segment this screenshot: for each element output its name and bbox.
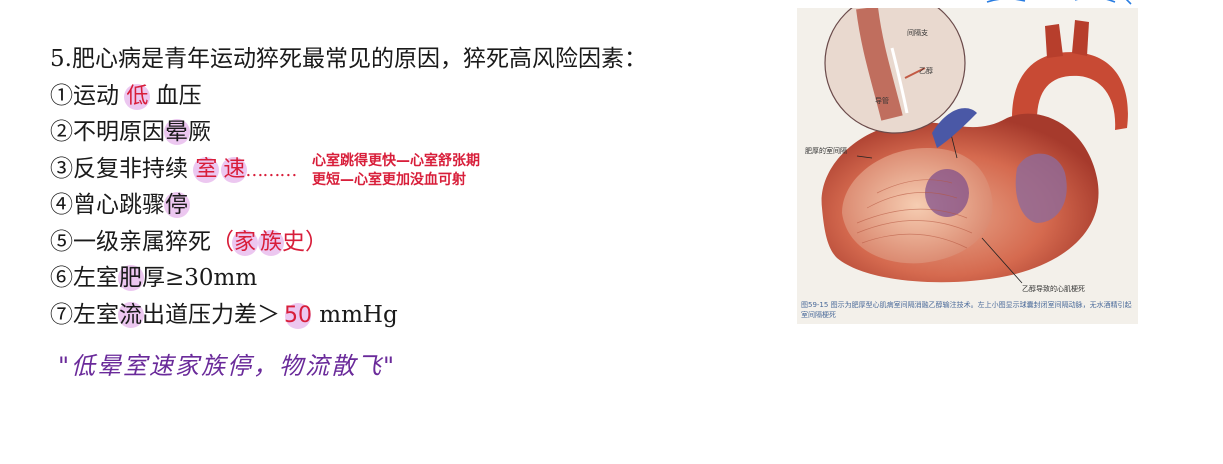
risk-factor-3-prefix: ③反复非持续 — [50, 156, 196, 182]
highlight-mark: 流 — [117, 302, 144, 328]
risk-factor-2-suffix: 厥 — [188, 119, 211, 145]
mnemonic: "低晕室速家族停，物流散飞" — [58, 352, 397, 380]
risk-factor-4-prefix: ④曾心跳骤 — [50, 192, 165, 218]
highlight-mark: 室 — [193, 155, 220, 185]
risk-factor-7-prefix: ⑦左室 — [50, 302, 119, 328]
risk-factor-6: ⑥左室肥厚≥30mm — [50, 263, 257, 293]
risk-factor-6-suffix: 厚≥30mm — [142, 265, 258, 291]
risk-factor-4: ④曾心跳骤停 — [50, 190, 190, 220]
risk-factor-1-prefix: ①运动 — [50, 83, 127, 109]
risk-factor-1: ①运动 低 血压 — [50, 81, 202, 112]
heart-illustration: 肥厚的室间隔 乙醇导致的心肌梗死 间隔支 乙醇 导管 图59-15 图示为肥厚型… — [797, 8, 1138, 324]
figure-caption: 图59-15 图示为肥厚型心肌病室间隔消融乙醇输注技术。左上小图显示球囊封闭室间… — [801, 301, 1132, 319]
paren-end: 史） — [282, 229, 329, 255]
inset-label-3: 导管 — [875, 97, 889, 105]
heart-diagram-icon — [797, 8, 1138, 298]
page-title: 5.肥心病是青年运动猝死最常见的原因，猝死高风险因素： — [50, 46, 647, 72]
risk-factor-5-prefix: ⑤一级亲属猝死 — [50, 229, 211, 255]
highlight-mark: 晕 — [163, 119, 190, 145]
risk-factor-1-suffix: 血压 — [148, 83, 202, 109]
highlight-mark: 速 — [221, 155, 248, 185]
highlight-mark: 50 — [284, 301, 312, 331]
annotation-line-2: 更短—心室更加没血可射 — [312, 172, 466, 188]
risk-factor-6-prefix: ⑥左室 — [50, 265, 119, 291]
label-hypertrophic-septum: 肥厚的室间隔 — [805, 147, 847, 155]
risk-factor-2-prefix: ②不明原因 — [50, 119, 165, 145]
risk-factor-5: ⑤一级亲属猝死（家 族史） — [50, 227, 328, 258]
risk-factor-7-middle: 出道压力差＞ — [142, 302, 280, 328]
highlight-mark: 族 — [258, 228, 285, 258]
inset-label-1: 间隔支 — [907, 29, 928, 37]
annotation-note: 心室跳得更快—心室舒张期 更短—心室更加没血可射 — [312, 152, 542, 190]
annotation-line-1: 心室跳得更快—心室舒张期 — [312, 153, 480, 169]
highlight-mark: 低 — [124, 82, 151, 112]
decorative-stroke-icon — [986, 0, 1132, 5]
highlight-mark: 家 — [231, 228, 259, 258]
risk-factor-7: ⑦左室流出道压力差＞ 50 mmHg — [50, 300, 398, 331]
inset-label-2: 乙醇 — [919, 67, 933, 75]
label-alcohol-infarct: 乙醇导致的心肌梗死 — [1022, 285, 1085, 293]
paren-open: （ — [211, 229, 234, 255]
risk-factor-7-suffix: mmHg — [312, 302, 398, 328]
risk-factor-3: ③反复非持续 室速……… — [50, 154, 297, 186]
leader-dots: ……… — [245, 160, 297, 181]
highlight-mark: 停 — [163, 192, 190, 218]
highlight-mark: 肥 — [117, 265, 144, 291]
risk-factor-2: ②不明原因晕厥 — [50, 117, 211, 147]
